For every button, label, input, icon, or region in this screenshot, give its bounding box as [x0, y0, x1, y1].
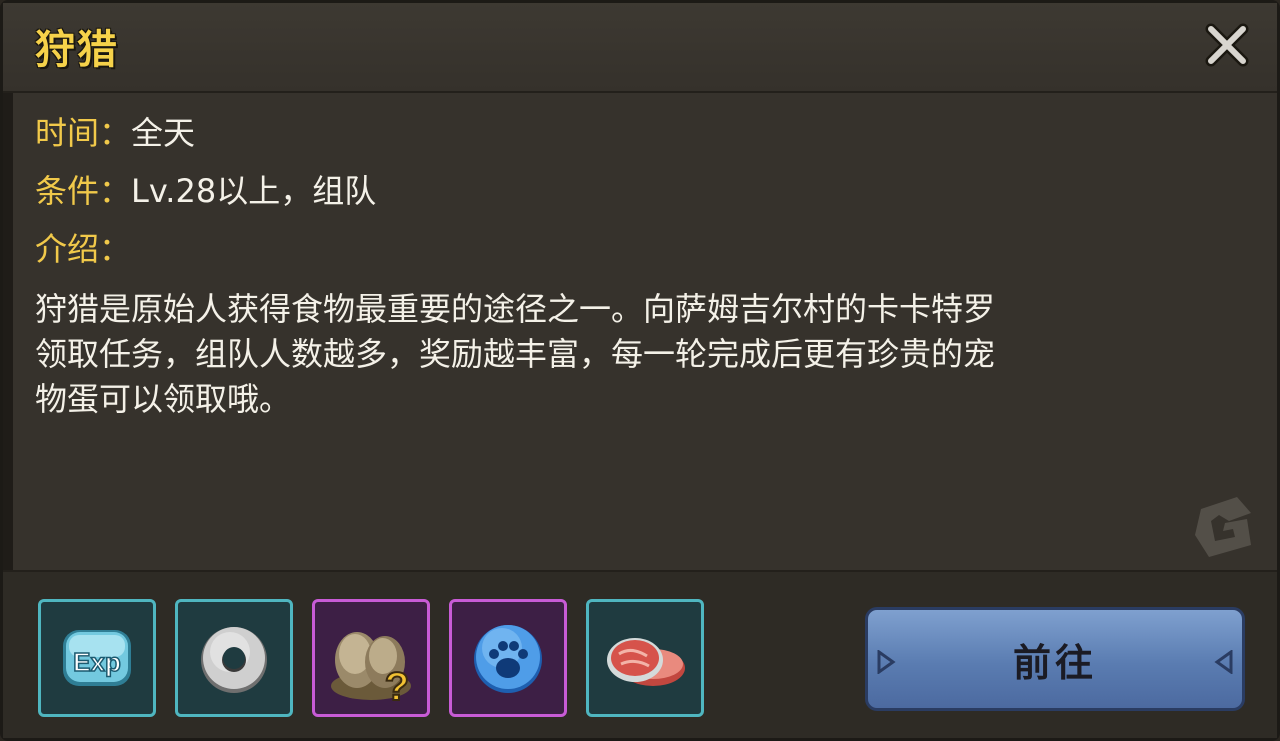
go-button[interactable]: 前往 — [865, 607, 1245, 711]
arrow-left-icon — [1214, 650, 1233, 674]
description-line: 领取任务，组队人数越多，奖励越丰富，每一轮完成后更有珍贵的宠 — [35, 335, 996, 373]
intro-label: 介绍： — [35, 230, 132, 268]
dialog-header: 狩猎 — [3, 3, 1277, 93]
condition-row: 条件：Lv.28以上，组队 — [35, 171, 376, 211]
condition-label: 条件： — [35, 172, 132, 210]
time-row: 时间：全天 — [35, 113, 195, 153]
reward-slot-stone-ring[interactable] — [175, 599, 293, 717]
reward-slot-exp[interactable]: Exp — [38, 599, 156, 717]
arrow-right-icon — [877, 650, 896, 674]
reward-slot-mystery-egg[interactable]: ? — [312, 599, 430, 717]
mystery-egg-icon: ? — [331, 632, 411, 708]
dialog-title: 狩猎 — [35, 27, 119, 73]
time-value: 全天 — [131, 114, 196, 152]
meat-steak-icon — [607, 638, 685, 686]
description: 狩猎是原始人获得食物最重要的途径之一。向萨姆吉尔村的卡卡特罗 领取任务，组队人数… — [35, 287, 1225, 422]
description-line: 狩猎是原始人获得食物最重要的途径之一。向萨姆吉尔村的卡卡特罗 — [35, 290, 996, 328]
time-label: 时间： — [35, 114, 132, 152]
svg-text:Exp: Exp — [73, 647, 121, 677]
paw-orb-icon — [474, 625, 542, 693]
stone-ring-icon — [201, 627, 267, 693]
reward-slot-paw-orb[interactable] — [449, 599, 567, 717]
description-line: 物蛋可以领取哦。 — [35, 380, 292, 418]
reward-slot-meat[interactable] — [586, 599, 704, 717]
go-button-label: 前往 — [1012, 640, 1097, 685]
intro-row: 介绍： — [35, 229, 131, 269]
hunt-dialog: 狩猎 时间：全天 条件：Lv.28以上，组队 介绍： 狩猎是原始人获得食物最重要… — [0, 0, 1280, 741]
svg-text:?: ? — [385, 665, 409, 708]
exp-icon: Exp — [63, 630, 131, 686]
watermark-logo-icon — [1195, 497, 1251, 557]
close-icon[interactable] — [1205, 23, 1249, 67]
condition-value: Lv.28以上，组队 — [131, 172, 377, 210]
